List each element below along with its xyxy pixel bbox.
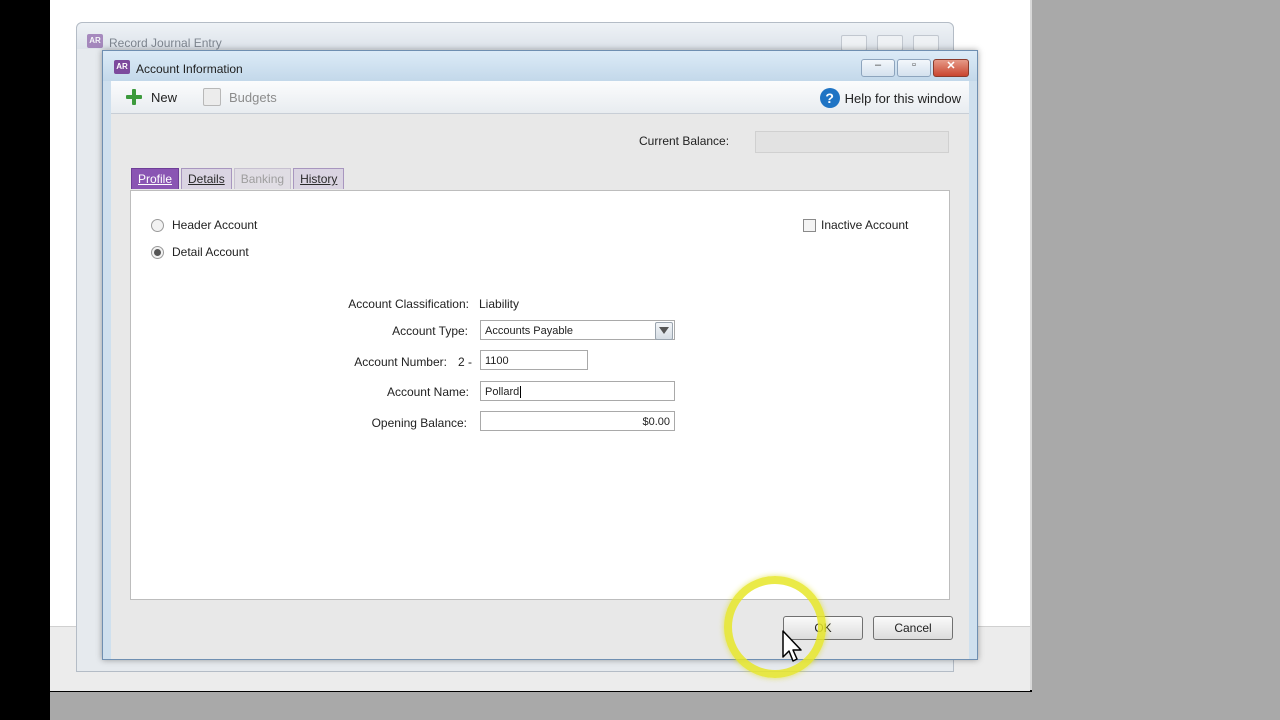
tab-bar: Profile Details Banking History [131,168,345,189]
maximize-icon: ▫ [912,59,916,71]
detail-account-label: Detail Account [172,245,249,259]
budget-icon [203,88,221,106]
plus-icon [125,88,143,106]
account-type-label: Account Type: [392,324,468,338]
account-number-prefix: 2 - [458,355,473,369]
dialog-titlebar[interactable]: AR Account Information – ▫ ✕ [103,51,977,81]
maximize-button[interactable]: ▫ [897,59,931,77]
app-icon: AR [114,60,130,74]
back-window-title: Record Journal Entry [109,36,222,50]
help-icon: ? [819,88,840,108]
click-highlight-ring [724,576,826,678]
new-label: New [151,89,178,105]
account-classification-value: Liability [479,297,520,311]
account-type-select[interactable]: Accounts Payable [480,320,675,340]
minimize-button[interactable]: – [861,59,895,77]
budgets-label: Budgets [229,89,277,105]
minimize-button[interactable] [841,35,867,51]
toolbar: New Budgets ? Help for this window [111,81,969,114]
detail-account-option[interactable]: Detail Account [151,245,249,259]
budgets-button[interactable]: Budgets [203,88,277,106]
account-classification-label: Account Classification: [348,297,469,311]
account-name-label: Account Name: [386,385,469,399]
app-icon: AR [87,34,103,48]
header-account-radio[interactable] [151,218,164,232]
opening-balance-label: Opening Balance: [371,416,467,430]
desktop-bottom-margin [50,692,1280,720]
text-caret [520,386,522,399]
dialog-title: Account Information [136,62,243,76]
help-label: Help for this window [844,90,961,106]
chevron-down-icon[interactable] [655,322,673,340]
minimize-icon: – [874,59,882,71]
header-account-option[interactable]: Header Account [151,218,257,232]
desktop-right-margin [1032,0,1280,720]
new-button[interactable]: New [125,88,177,106]
account-name-input[interactable]: Pollard [480,381,675,401]
detail-account-radio[interactable] [151,245,164,259]
profile-panel: Header Account Detail Account Inactive A… [130,190,950,600]
window-controls: – ▫ ✕ [861,59,969,77]
account-number-label: Account Number: [354,355,447,369]
account-name-value: Pollard [485,386,520,398]
dialog-content: Current Balance: Profile Details Banking… [111,114,969,659]
tab-details[interactable]: Details [181,168,232,189]
opening-balance-input[interactable]: $0.00 [480,411,675,431]
account-type-value: Accounts Payable [485,325,574,337]
inactive-account-checkbox[interactable] [803,218,816,232]
account-number-input[interactable]: 1100 [480,350,588,370]
close-button[interactable] [913,35,939,51]
inactive-account-label: Inactive Account [821,218,909,232]
mouse-pointer-icon [782,630,802,662]
close-button[interactable]: ✕ [933,59,969,77]
tab-history[interactable]: History [293,168,345,189]
tab-profile[interactable]: Profile [131,168,180,189]
back-window-titlebar: AR Record Journal Entry [77,23,953,51]
back-window-controls [841,35,939,51]
inactive-account-option[interactable]: Inactive Account [803,218,908,232]
help-button[interactable]: ? Help for this window [819,88,961,108]
close-icon: ✕ [946,60,956,72]
tab-banking: Banking [233,168,292,189]
current-balance-label: Current Balance: [639,134,730,148]
account-information-dialog: AR Account Information – ▫ ✕ New Budgets… [102,50,978,660]
current-balance-field [755,131,949,153]
maximize-button[interactable] [877,35,903,51]
cancel-button[interactable]: Cancel [873,616,953,640]
header-account-label: Header Account [172,218,258,232]
